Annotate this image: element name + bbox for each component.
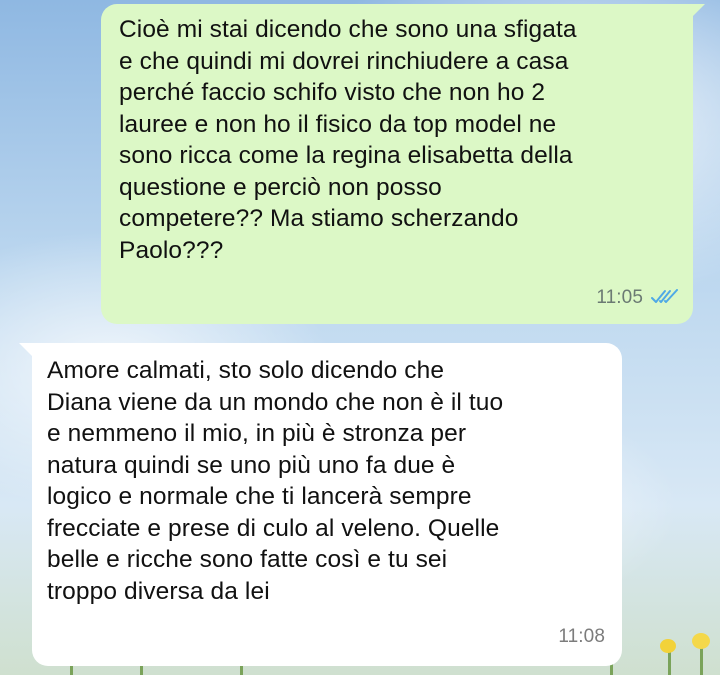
message-text-line: natura quindi se uno più uno fa due è	[47, 451, 456, 479]
message-meta: 11:08	[558, 621, 605, 653]
message-text-line: Diana viene da un mondo che non è il tuo	[47, 388, 504, 416]
message-text-line: logico e normale che ti lancerà sempre	[47, 483, 472, 510]
message-text-line: sono ricca come la regina elisabetta del…	[119, 142, 573, 169]
bubble-tail	[19, 343, 33, 357]
message-text-line: questione e perciò non posso	[119, 173, 442, 201]
message-text-line: e che quindi mi dovrei rinchiudere a cas…	[119, 47, 569, 75]
incoming-message-bubble[interactable]: Amore calmati, sto solo dicendo che Dian…	[19, 343, 622, 666]
bubble-tail	[691, 4, 705, 18]
message-text-line: troppo diversa da lei	[47, 577, 270, 605]
message-text-line: Cioè mi stai dicendo che sono una sfigat…	[119, 16, 577, 43]
message-text-line: belle e ricche sono fatte così e tu sei	[47, 546, 448, 573]
message-timestamp: 11:08	[558, 625, 605, 647]
message-text-line: Paolo???	[119, 236, 224, 264]
message-meta: 11:05	[596, 282, 679, 314]
message-text-line: competere?? Ma stiamo scherzando	[119, 205, 519, 232]
double-check-read-icon	[651, 289, 678, 304]
outgoing-message-bubble[interactable]: Cioè mi stai dicendo che sono una sfigat…	[101, 4, 705, 324]
message-timestamp: 11:05	[596, 286, 643, 308]
message-text-line: frecciate e prese di culo al veleno. Que…	[47, 514, 500, 542]
message-text-line: e nemmeno il mio, in più è stronza per	[47, 420, 467, 447]
message-text-line: perché faccio schifo visto che non ho 2	[119, 79, 546, 106]
message-text-line: Amore calmati, sto solo dicendo che	[47, 357, 445, 384]
message-text-line: lauree e non ho il fisico da top model n…	[119, 110, 557, 138]
